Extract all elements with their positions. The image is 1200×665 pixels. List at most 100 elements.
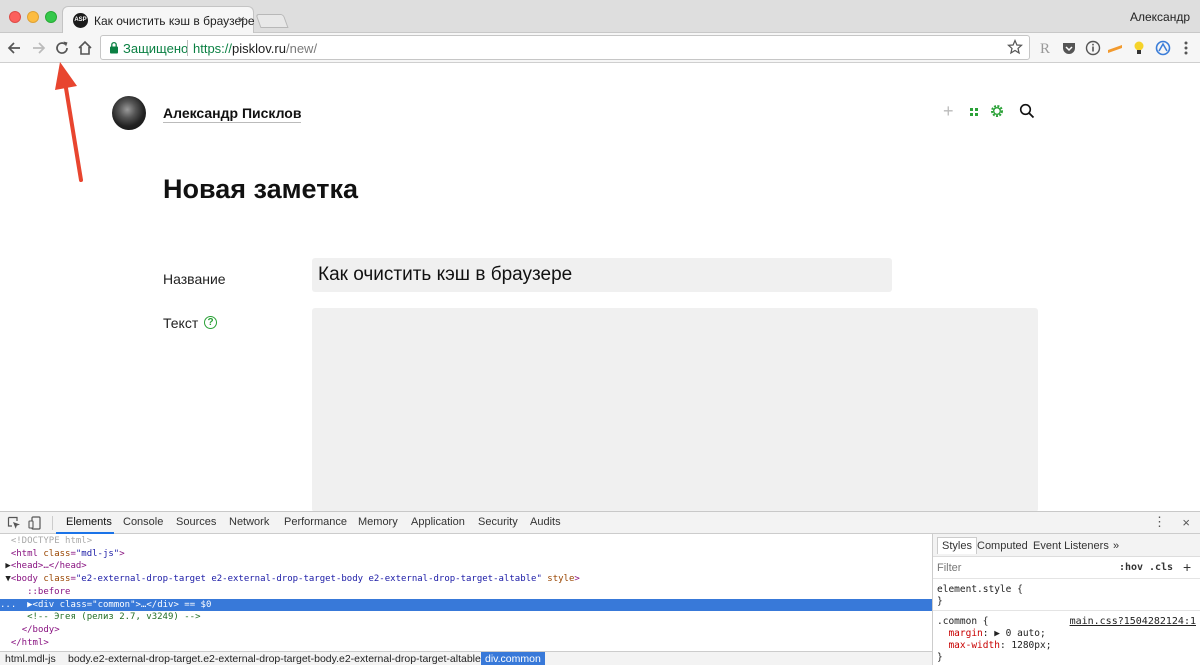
- info-extension-icon[interactable]: [1084, 39, 1102, 57]
- author-name-link[interactable]: Александр Писклов: [163, 105, 302, 123]
- drafts-grid-icon[interactable]: [970, 108, 978, 116]
- styles-tab-bar: Styles Computed Event Listeners »: [933, 534, 1200, 557]
- dom-line-div-common-selected[interactable]: ... ▶<div class="common">…</div> == $0: [0, 598, 932, 612]
- element-style-close: }: [937, 596, 943, 607]
- dom-breadcrumbs: html.mdl-js body.e2-external-drop-target…: [0, 651, 932, 665]
- breadcrumb-div-common[interactable]: div.common: [481, 652, 545, 665]
- prop-max-width-value: 1280px;: [1011, 640, 1052, 651]
- search-icon[interactable]: [1019, 103, 1035, 119]
- text-field-label: Текст: [163, 315, 199, 331]
- tab-performance[interactable]: Performance: [284, 516, 347, 528]
- cls-toggle[interactable]: .cls: [1149, 562, 1173, 573]
- title-input[interactable]: Как очистить кэш в браузере: [312, 258, 892, 292]
- zoom-window-button[interactable]: [45, 11, 57, 23]
- dom-line-comment[interactable]: <!-- Эгея (релиз 2.7, v3249) -->: [0, 611, 932, 624]
- bulb-extension-icon[interactable]: [1130, 39, 1148, 57]
- prop-margin[interactable]: margin: ▶ 0 auto;: [937, 628, 1046, 639]
- inspect-element-icon[interactable]: [7, 516, 21, 530]
- new-style-rule-icon[interactable]: +: [1183, 559, 1191, 575]
- dom-line-html[interactable]: <html class="mdl-js">: [0, 548, 932, 561]
- devtools-close-icon[interactable]: ×: [1182, 515, 1190, 530]
- menu-kebab-icon[interactable]: [1177, 39, 1195, 57]
- prop-margin-name: margin: [948, 628, 983, 639]
- text-area[interactable]: [312, 308, 1038, 512]
- more-tabs-icon[interactable]: »: [1113, 540, 1119, 552]
- author-avatar[interactable]: [112, 96, 146, 130]
- doctype-text: <!DOCTYPE html>: [10, 536, 93, 546]
- close-window-button[interactable]: [9, 11, 21, 23]
- profile-name[interactable]: Александр: [1130, 10, 1190, 24]
- lock-icon: [110, 41, 118, 54]
- body-class-value: "e2-external-drop-target e2-external-dro…: [75, 574, 542, 585]
- devtools-tab-separator: [52, 516, 53, 530]
- tab-console[interactable]: Console: [123, 516, 163, 528]
- before-pseudo: ::before: [27, 586, 71, 597]
- selected-node-ref: == $0: [184, 599, 212, 610]
- breadcrumb-html[interactable]: html.mdl-js: [5, 653, 56, 665]
- prop-max-width[interactable]: max-width: 1280px;: [937, 640, 1051, 651]
- translate-extension-icon[interactable]: [1154, 39, 1172, 57]
- breadcrumb-body[interactable]: body.e2-external-drop-target.e2-external…: [68, 653, 481, 665]
- add-note-plus-icon[interactable]: +: [943, 101, 954, 121]
- tab-security[interactable]: Security: [478, 516, 518, 528]
- browser-window: ASP Как очистить кэш в браузере × Алекса…: [0, 0, 1200, 665]
- div-open-tag: <div: [32, 599, 55, 610]
- help-question-icon[interactable]: ?: [204, 316, 217, 329]
- pocket-extension-icon[interactable]: [1060, 39, 1078, 57]
- url-text[interactable]: https://pisklov.ru/new/: [193, 41, 317, 56]
- elements-dom-tree: <!DOCTYPE html> <html class="mdl-js"> ▶<…: [0, 534, 932, 651]
- common-rule-source-link[interactable]: main.css?1504282124:1: [1070, 616, 1196, 627]
- html-class-attr: class: [43, 548, 71, 559]
- tab-network[interactable]: Network: [229, 516, 269, 528]
- browser-tab-active[interactable]: ASP Как очистить кэш в браузере ×: [62, 6, 255, 34]
- address-bar[interactable]: Защищено https://pisklov.ru/new/: [100, 35, 1030, 60]
- styles-filter-input[interactable]: Filter: [937, 562, 961, 574]
- common-rule-selector[interactable]: .common {: [937, 616, 988, 627]
- reload-icon[interactable]: [52, 38, 72, 58]
- html-open-tag: <html: [10, 548, 38, 559]
- bookmark-star-icon[interactable]: [1007, 39, 1023, 55]
- minimize-window-button[interactable]: [27, 11, 39, 23]
- url-separator: [187, 40, 188, 56]
- body-style-attr: style: [547, 574, 575, 585]
- element-style-selector[interactable]: element.style {: [937, 584, 1023, 595]
- settings-gear-icon[interactable]: [989, 103, 1005, 119]
- tab-application[interactable]: Application: [411, 516, 465, 528]
- tab-event-listeners[interactable]: Event Listeners: [1033, 540, 1109, 552]
- div-class-attr: class: [59, 599, 87, 610]
- device-toolbar-icon[interactable]: [28, 516, 42, 530]
- dom-line-html-close[interactable]: </html>: [0, 637, 932, 650]
- home-icon[interactable]: [75, 38, 95, 58]
- tab-elements[interactable]: Elements: [66, 516, 112, 528]
- body-class-attr: class: [43, 574, 71, 585]
- tab-styles[interactable]: Styles: [937, 537, 977, 554]
- annotation-arrow-icon: [55, 62, 83, 182]
- dom-line-doctype[interactable]: <!DOCTYPE html>: [0, 535, 932, 548]
- forward-arrow-icon[interactable]: [28, 38, 48, 58]
- tab-close-icon[interactable]: ×: [237, 13, 245, 27]
- devtools-tab-bar: Elements Console Sources Network Perform…: [0, 512, 1200, 534]
- dom-line-body[interactable]: ▼<body class="e2-external-drop-target e2…: [0, 573, 932, 586]
- tab-title: Как очистить кэш в браузере: [94, 14, 255, 28]
- body-close-tag: </body>: [21, 624, 60, 635]
- prop-margin-value: ▶ 0 auto;: [994, 628, 1046, 639]
- rss-extension-icon[interactable]: [1106, 39, 1124, 57]
- tab-memory[interactable]: Memory: [358, 516, 398, 528]
- tab-audits[interactable]: Audits: [530, 516, 561, 528]
- tab-computed[interactable]: Computed: [977, 540, 1028, 552]
- head-tag: <head>…</head>: [10, 561, 87, 572]
- dom-line-body-close[interactable]: </body>: [0, 624, 932, 637]
- back-arrow-icon[interactable]: [5, 38, 25, 58]
- readability-extension-icon[interactable]: R: [1036, 39, 1054, 57]
- dom-line-before[interactable]: ::before: [0, 586, 932, 599]
- body-open-tag: <body: [10, 574, 38, 585]
- common-rule-close: }: [937, 652, 943, 663]
- devtools-panel: Elements Console Sources Network Perform…: [0, 511, 1200, 665]
- devtools-menu-icon[interactable]: ⋮: [1153, 514, 1166, 530]
- div-rest: >…</div>: [135, 599, 179, 610]
- dom-line-head[interactable]: ▶<head>…</head>: [0, 560, 932, 573]
- new-tab-button[interactable]: [255, 14, 289, 28]
- tab-sources[interactable]: Sources: [176, 516, 216, 528]
- hov-toggle[interactable]: :hov: [1119, 562, 1143, 573]
- styles-filter-row: Filter :hov .cls +: [933, 557, 1200, 579]
